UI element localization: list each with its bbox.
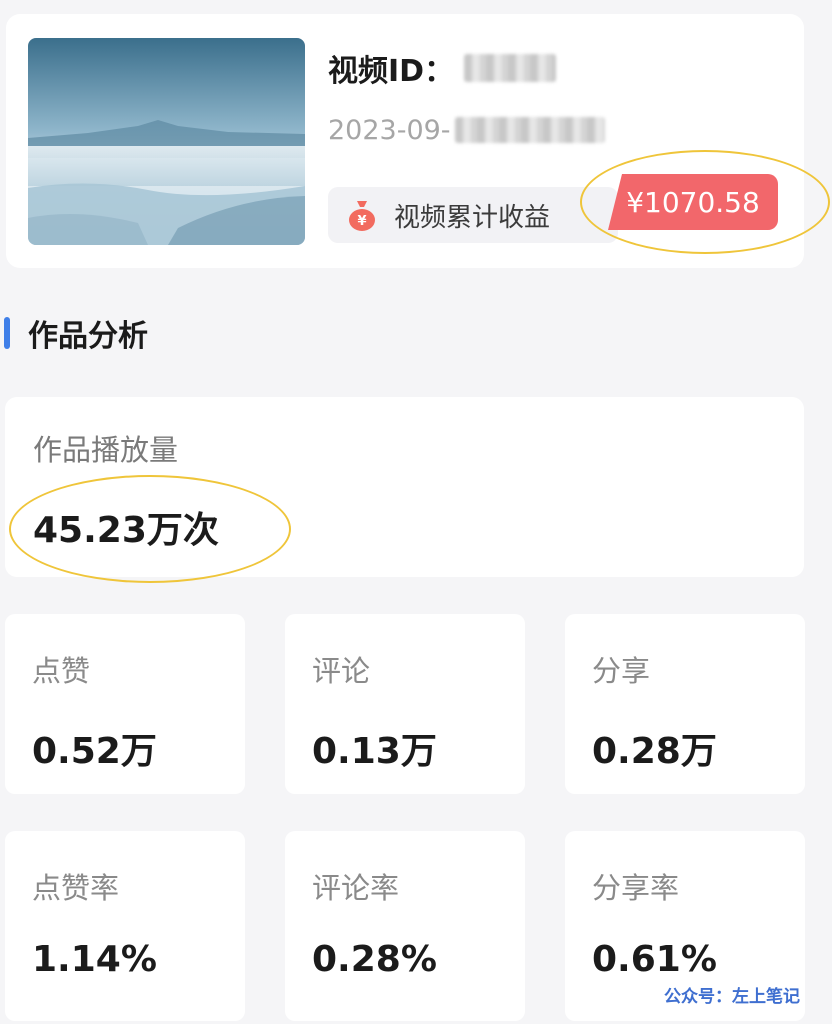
stat-label: 点赞率 — [32, 871, 120, 905]
redacted-video-id — [464, 54, 557, 82]
video-id-label: 视频ID： — [328, 54, 455, 89]
stat-card-comment-rate[interactable]: 评论率 0.28% — [285, 831, 525, 1021]
stat-card-like-rate[interactable]: 点赞率 1.14% — [5, 831, 245, 1021]
stat-value: 0.52万 — [32, 731, 157, 772]
stat-label: 分享率 — [592, 871, 680, 905]
stat-card-likes[interactable]: 点赞 0.52万 — [5, 614, 245, 794]
stat-card-shares[interactable]: 分享 0.28万 — [565, 614, 805, 794]
redacted-date — [454, 117, 605, 143]
watermark: 公众号：左上笔记 — [664, 987, 800, 1007]
stat-value: 0.61% — [592, 939, 717, 980]
plays-value: 45.23万次 — [33, 510, 219, 551]
section-accent-bar — [4, 317, 10, 349]
stat-label: 评论 — [312, 654, 371, 688]
stat-label: 点赞 — [32, 654, 91, 688]
stat-label: 分享 — [592, 654, 651, 688]
misty-mountain-image — [28, 38, 305, 245]
stat-value: 0.13万 — [312, 731, 437, 772]
video-date-text: 2023-09- — [328, 114, 451, 146]
video-id: 视频ID： — [328, 46, 557, 90]
revenue-pill[interactable]: ¥ 视频累计收益 — [328, 187, 618, 243]
stat-value: 0.28% — [312, 939, 437, 980]
svg-text:¥: ¥ — [357, 214, 366, 229]
video-thumbnail[interactable] — [28, 38, 305, 245]
revenue-amount-badge[interactable]: ¥1070.58 — [608, 174, 778, 230]
stat-value: 1.14% — [32, 939, 157, 980]
money-bag-icon: ¥ — [349, 201, 375, 231]
revenue-label: 视频累计收益 — [394, 202, 551, 233]
section-title: 作品分析 — [28, 319, 148, 354]
stat-value: 0.28万 — [592, 731, 717, 772]
stat-card-comments[interactable]: 评论 0.13万 — [285, 614, 525, 794]
plays-card[interactable]: 作品播放量 45.23万次 — [5, 397, 804, 577]
section-header: 作品分析 — [4, 312, 148, 354]
video-date: 2023-09- — [328, 108, 605, 152]
stat-label: 评论率 — [312, 871, 400, 905]
plays-label: 作品播放量 — [33, 433, 179, 467]
